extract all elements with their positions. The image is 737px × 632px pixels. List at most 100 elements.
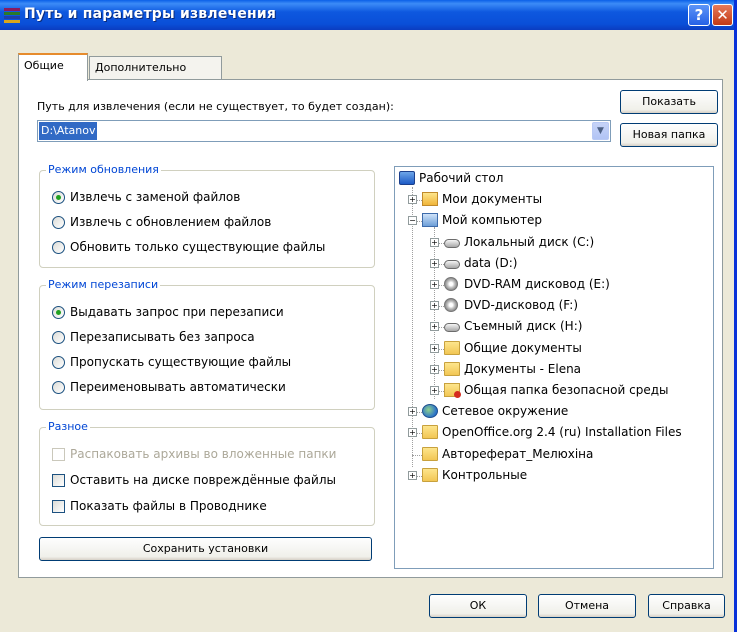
ok-button[interactable]: ОК <box>429 594 527 618</box>
checkbox-label: Оставить на диске повреждённые файлы <box>70 473 336 487</box>
radio-label: Пропускать существующие файлы <box>70 355 292 369</box>
radio-button[interactable] <box>52 356 65 369</box>
radio-label: Перезаписывать без запроса <box>70 330 255 344</box>
collapse-icon[interactable]: − <box>408 216 417 226</box>
show-button[interactable]: Показать <box>620 90 718 114</box>
tree-node[interactable]: Рабочий стол <box>395 170 713 188</box>
close-button[interactable]: ✕ <box>712 4 733 26</box>
tree-node[interactable]: + OpenOffice.org 2.4 (ru) Installation Fi… <box>395 424 713 442</box>
tree-node[interactable]: + Общие документы <box>395 340 713 358</box>
save-settings-button[interactable]: Сохранить установки <box>39 537 372 561</box>
update-mode-title: Режим обновления <box>46 163 161 176</box>
expand-icon[interactable]: + <box>430 322 439 332</box>
dvd-drive-icon <box>444 277 458 291</box>
tree-node[interactable]: + Мои документы <box>395 191 713 209</box>
radio-label: Извлечь с заменой файлов <box>70 190 241 204</box>
expand-icon[interactable]: + <box>408 428 417 438</box>
folder-icon <box>422 467 438 482</box>
secure-folder-icon <box>444 383 461 398</box>
network-icon <box>422 404 438 419</box>
checkbox[interactable] <box>52 448 65 461</box>
help-title-button[interactable]: ? <box>688 4 710 26</box>
radio-label: Извлечь с обновлением файлов <box>70 215 272 229</box>
expand-icon[interactable]: + <box>430 364 439 374</box>
extract-dialog: Путь и параметры извлечения ? ✕ Общие До… <box>0 0 737 632</box>
update-mode-group: Режим обновления Извлечь с заменой файло… <box>39 163 375 268</box>
winrar-icon <box>4 8 20 23</box>
tree-node-label: OpenOffice.org 2.4 (ru) Installation Fil… <box>442 425 682 440</box>
tree-node-label: DVD-дисковод (F:) <box>464 298 578 313</box>
removable-disk-icon <box>444 323 460 333</box>
misc-title: Разное <box>46 420 90 433</box>
expand-icon[interactable]: + <box>408 195 417 205</box>
tree-node-label: Мой компьютер <box>442 213 542 228</box>
tree-node[interactable]: + DVD-дисковод (F:) <box>395 297 713 315</box>
radio-label: Переименовывать автоматически <box>70 380 286 394</box>
folder-icon <box>422 425 438 440</box>
tree-node-label: Общая папка безопасной среды <box>464 383 669 397</box>
tree-node-label: Автореферат_Мелюхіна <box>442 446 594 461</box>
window-title: Путь и параметры извлечения <box>24 6 277 22</box>
tree-node[interactable]: + Общая папка безопасной среды <box>395 382 713 400</box>
expand-icon[interactable]: + <box>430 301 439 311</box>
tab-general[interactable]: Общие <box>18 53 88 81</box>
new-folder-button[interactable]: Новая папка <box>620 123 718 147</box>
radio-button[interactable] <box>52 191 65 204</box>
folder-icon <box>422 446 438 461</box>
misc-group: Разное Распаковать архивы во вложенные п… <box>39 420 375 526</box>
checkbox-label: Распаковать архивы во вложенные папки <box>70 447 337 461</box>
radio-button[interactable] <box>52 216 65 229</box>
expand-icon[interactable]: + <box>408 470 417 480</box>
expand-icon[interactable]: + <box>430 258 439 268</box>
checkbox[interactable] <box>52 500 65 513</box>
tree-node-label: Локальный диск (C:) <box>464 234 595 249</box>
folder-icon <box>444 340 460 355</box>
path-value[interactable]: D:\Atanov <box>39 122 98 140</box>
path-combobox[interactable]: D:\Atanov ▼ <box>37 120 611 142</box>
tree-node[interactable]: Автореферат_Мелюхіна <box>395 446 713 464</box>
tree-node-label: data (D:) <box>464 255 518 270</box>
tree-node-label: Документы - Elena <box>464 361 582 376</box>
tree-node[interactable]: − Мой компьютер <box>395 212 713 230</box>
tree-node-label: Сетевое окружение <box>442 404 569 419</box>
hard-disk-icon <box>444 259 460 269</box>
hard-disk-icon <box>444 238 460 248</box>
expand-icon[interactable]: + <box>430 343 439 353</box>
expand-icon[interactable]: + <box>408 407 417 417</box>
folder-tree[interactable]: Рабочий стол + Мои документы − Мой компьютер… <box>394 166 714 569</box>
tree-node[interactable]: + data (D:) <box>395 255 713 273</box>
radio-button[interactable] <box>52 306 65 319</box>
overwrite-mode-title: Режим перезаписи <box>46 278 161 291</box>
title-bar[interactable]: Путь и параметры извлечения ? ✕ <box>0 0 734 30</box>
tree-node[interactable]: + Контрольные <box>395 467 713 485</box>
tree-node[interactable]: + Съемный диск (H:) <box>395 318 713 336</box>
help-button[interactable]: Справка <box>648 594 725 618</box>
radio-button[interactable] <box>52 331 65 344</box>
tree-node[interactable]: + DVD-RAM дисковод (E:) <box>395 276 713 294</box>
my-documents-icon <box>422 192 438 207</box>
checkbox[interactable] <box>52 474 65 487</box>
tree-node-label: Мои документы <box>442 192 543 207</box>
tree-node[interactable]: + Локальный диск (C:) <box>395 234 713 252</box>
tree-node[interactable]: + Сетевое окружение <box>395 403 713 421</box>
radio-label: Выдавать запрос при перезаписи <box>70 305 284 319</box>
dvd-drive-icon <box>444 298 458 313</box>
expand-icon[interactable]: + <box>430 280 439 289</box>
tree-node-label: DVD-RAM дисковод (E:) <box>464 277 610 291</box>
tree-node-label: Съемный диск (H:) <box>464 319 583 334</box>
tree-node[interactable]: + Документы - Elena <box>395 361 713 379</box>
desktop-icon <box>399 171 415 185</box>
expand-icon[interactable]: + <box>430 237 439 247</box>
tab-advanced[interactable]: Дополнительно <box>89 56 222 80</box>
folder-icon <box>444 361 460 376</box>
chevron-down-icon[interactable]: ▼ <box>592 122 609 140</box>
radio-button[interactable] <box>52 381 65 394</box>
cancel-button[interactable]: Отмена <box>538 594 636 618</box>
tree-node-label: Общие документы <box>464 340 582 355</box>
radio-button[interactable] <box>52 241 65 254</box>
path-label: Путь для извлечения (если не существует,… <box>37 100 394 113</box>
tree-node-label: Контрольные <box>442 467 528 482</box>
checkbox-label: Показать файлы в Проводнике <box>70 499 267 513</box>
radio-label: Обновить только существующие файлы <box>70 240 326 254</box>
expand-icon[interactable]: + <box>430 386 439 395</box>
